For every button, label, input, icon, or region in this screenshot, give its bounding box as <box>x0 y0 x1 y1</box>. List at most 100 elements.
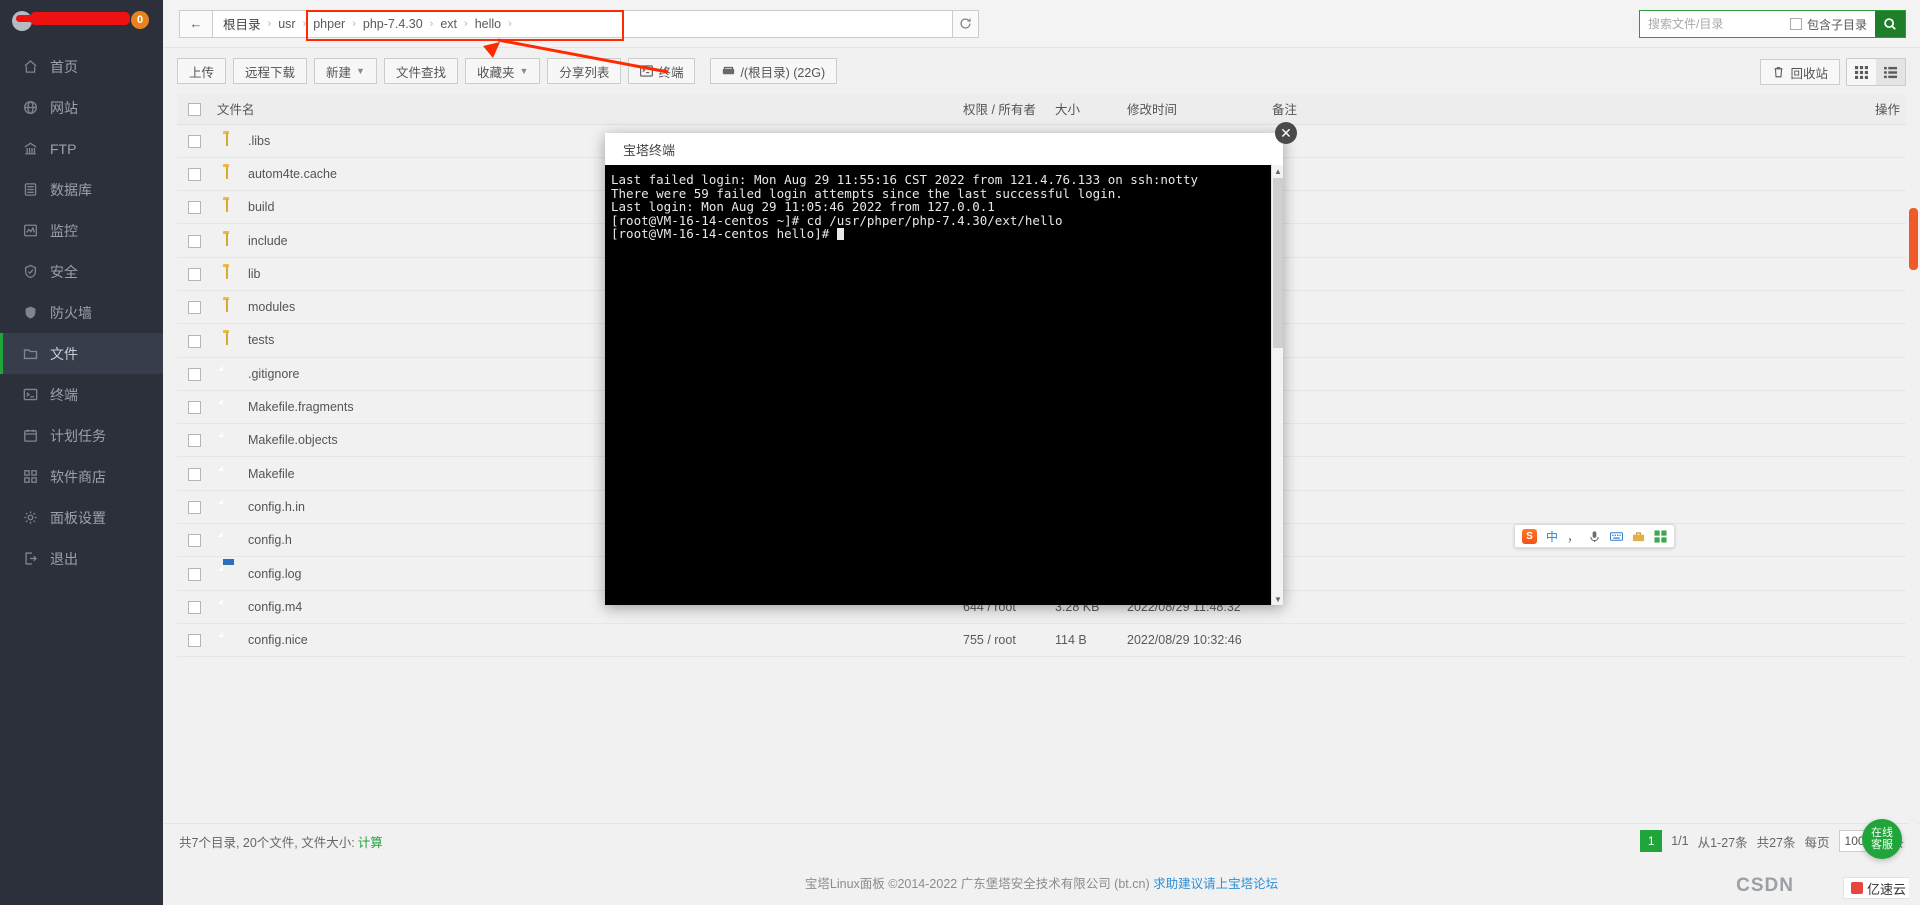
row-checkbox[interactable] <box>187 534 201 548</box>
breadcrumb-item-3[interactable]: php-7.4.30 <box>363 17 423 31</box>
breadcrumb-item-0[interactable]: 根目录 <box>223 14 261 33</box>
forum-link[interactable]: 求助建议请上宝塔论坛 <box>1153 873 1278 892</box>
toolbar-button-5[interactable]: 分享列表 <box>547 58 622 84</box>
sidebar-item-7[interactable]: 文件 <box>0 333 163 374</box>
checkbox-box[interactable] <box>1789 18 1802 30</box>
row-actions[interactable] <box>1666 323 1906 358</box>
row-checkbox[interactable] <box>187 168 201 182</box>
row-checkbox[interactable] <box>187 634 201 648</box>
page-scrollbar-thumb[interactable] <box>1909 208 1918 270</box>
sogou-logo-icon[interactable]: S <box>1522 528 1537 544</box>
row-checkbox[interactable] <box>187 134 201 148</box>
row-checkbox[interactable] <box>187 600 201 614</box>
file-name[interactable]: config.h <box>248 533 292 547</box>
row-checkbox[interactable] <box>187 501 201 515</box>
sidebar-item-5[interactable]: 安全 <box>0 251 163 292</box>
file-name[interactable]: Makefile <box>248 467 295 481</box>
disk-usage-button[interactable]: /(根目录) (22G) <box>710 58 838 84</box>
sidebar-item-2[interactable]: FTP <box>0 128 163 169</box>
toolbar-button-0[interactable]: 上传 <box>177 58 227 84</box>
toolbar-button-2[interactable]: 新建 ▼ <box>314 58 377 84</box>
row-actions[interactable] <box>1666 124 1906 158</box>
scroll-down-icon[interactable]: ▼ <box>1272 593 1284 605</box>
row-actions[interactable] <box>1666 157 1906 192</box>
file-name[interactable]: config.log <box>248 567 302 581</box>
row-actions[interactable] <box>1666 190 1906 225</box>
row-checkbox[interactable] <box>187 234 201 248</box>
file-name[interactable]: .gitignore <box>248 367 299 381</box>
row-checkbox[interactable] <box>187 567 201 581</box>
refresh-icon[interactable] <box>953 9 979 38</box>
ime-punct-label[interactable]: ， <box>1567 528 1579 545</box>
file-name[interactable]: config.h.in <box>248 500 305 514</box>
row-checkbox[interactable] <box>187 201 201 215</box>
sidebar-item-3[interactable]: 数据库 <box>0 169 163 210</box>
breadcrumb-item-5[interactable]: hello <box>475 17 501 31</box>
row-checkbox[interactable] <box>187 267 201 281</box>
apps-icon[interactable] <box>1654 529 1667 543</box>
header-size[interactable]: 大小 <box>1049 94 1121 125</box>
file-name[interactable]: config.nice <box>248 633 308 647</box>
header-permission[interactable]: 权限 / 所有者 <box>957 94 1049 125</box>
terminal-scrollbar-thumb[interactable] <box>1273 178 1283 348</box>
row-checkbox[interactable] <box>187 401 201 415</box>
row-checkbox[interactable] <box>187 301 201 315</box>
select-all-checkbox[interactable] <box>187 102 201 116</box>
file-name[interactable]: Makefile.fragments <box>248 400 354 414</box>
header-filename[interactable]: 文件名 <box>211 94 957 125</box>
row-actions[interactable] <box>1666 623 1906 658</box>
sidebar-item-8[interactable]: 终端 <box>0 374 163 415</box>
search-icon[interactable] <box>1875 11 1905 37</box>
row-actions[interactable] <box>1666 490 1906 525</box>
sidebar-item-4[interactable]: 监控 <box>0 210 163 251</box>
breadcrumb-item-4[interactable]: ext <box>440 17 457 31</box>
voice-icon[interactable] <box>1588 530 1601 543</box>
file-name[interactable]: modules <box>248 300 295 314</box>
file-name[interactable]: Makefile.objects <box>248 433 338 447</box>
row-actions[interactable] <box>1666 257 1906 291</box>
toolbar-button-4[interactable]: 收藏夹 ▼ <box>464 58 541 84</box>
row-actions[interactable] <box>1666 423 1906 458</box>
row-actions[interactable] <box>1666 523 1906 558</box>
sidebar-item-1[interactable]: 网站 <box>0 87 163 128</box>
row-checkbox[interactable] <box>187 467 201 481</box>
row-checkbox[interactable] <box>187 334 201 348</box>
file-name[interactable]: .libs <box>248 134 270 148</box>
back-button[interactable]: ← <box>179 9 213 38</box>
file-name[interactable]: include <box>248 234 288 248</box>
file-name[interactable]: autom4te.cache <box>248 167 337 181</box>
file-name[interactable]: config.m4 <box>248 600 302 614</box>
list-view-icon[interactable] <box>1876 59 1905 85</box>
toolbar-button-3[interactable]: 文件查找 <box>383 58 458 84</box>
ime-mode-label[interactable]: 中 <box>1546 528 1558 545</box>
row-actions[interactable] <box>1666 390 1906 425</box>
file-name[interactable]: lib <box>248 267 261 281</box>
keyboard-icon[interactable] <box>1609 530 1624 543</box>
table-row[interactable]: config.nice 755 / root 114 B 2022/08/29 10:… <box>177 623 1906 658</box>
row-actions[interactable] <box>1666 590 1906 624</box>
row-actions[interactable] <box>1666 456 1906 491</box>
file-name[interactable]: tests <box>248 333 274 347</box>
recycle-bin-button[interactable]: 回收站 <box>1760 59 1840 85</box>
calc-size-link[interactable]: 计算 <box>358 832 383 851</box>
terminal-screen[interactable]: Last failed login: Mon Aug 29 11:55:16 C… <box>605 165 1283 605</box>
notification-badge[interactable]: 0 <box>131 11 149 29</box>
search-input[interactable] <box>1639 11 1788 37</box>
breadcrumb-item-2[interactable]: phper <box>313 17 345 31</box>
online-service-button[interactable]: 在线 客服 <box>1862 819 1902 859</box>
row-actions[interactable] <box>1666 357 1906 391</box>
scroll-up-icon[interactable]: ▲ <box>1272 165 1284 177</box>
sidebar-item-0[interactable]: 首页 <box>0 46 163 87</box>
row-actions[interactable] <box>1666 290 1906 325</box>
close-icon[interactable]: ✕ <box>1275 122 1297 144</box>
grid-view-icon[interactable] <box>1847 59 1876 85</box>
sidebar-item-10[interactable]: 软件商店 <box>0 456 163 497</box>
include-subdir-checkbox[interactable]: 包含子目录 <box>1787 11 1875 37</box>
header-note[interactable]: 备注 <box>1266 94 1666 125</box>
sidebar-item-9[interactable]: 计划任务 <box>0 415 163 456</box>
toolbar-button-6[interactable]: 终端 <box>628 58 696 84</box>
toolbar-button-1[interactable]: 远程下载 <box>233 58 308 84</box>
terminal-scrollbar[interactable]: ▲ ▼ <box>1271 165 1283 605</box>
sidebar-item-11[interactable]: 面板设置 <box>0 497 163 538</box>
breadcrumb-item-1[interactable]: usr <box>278 17 295 31</box>
